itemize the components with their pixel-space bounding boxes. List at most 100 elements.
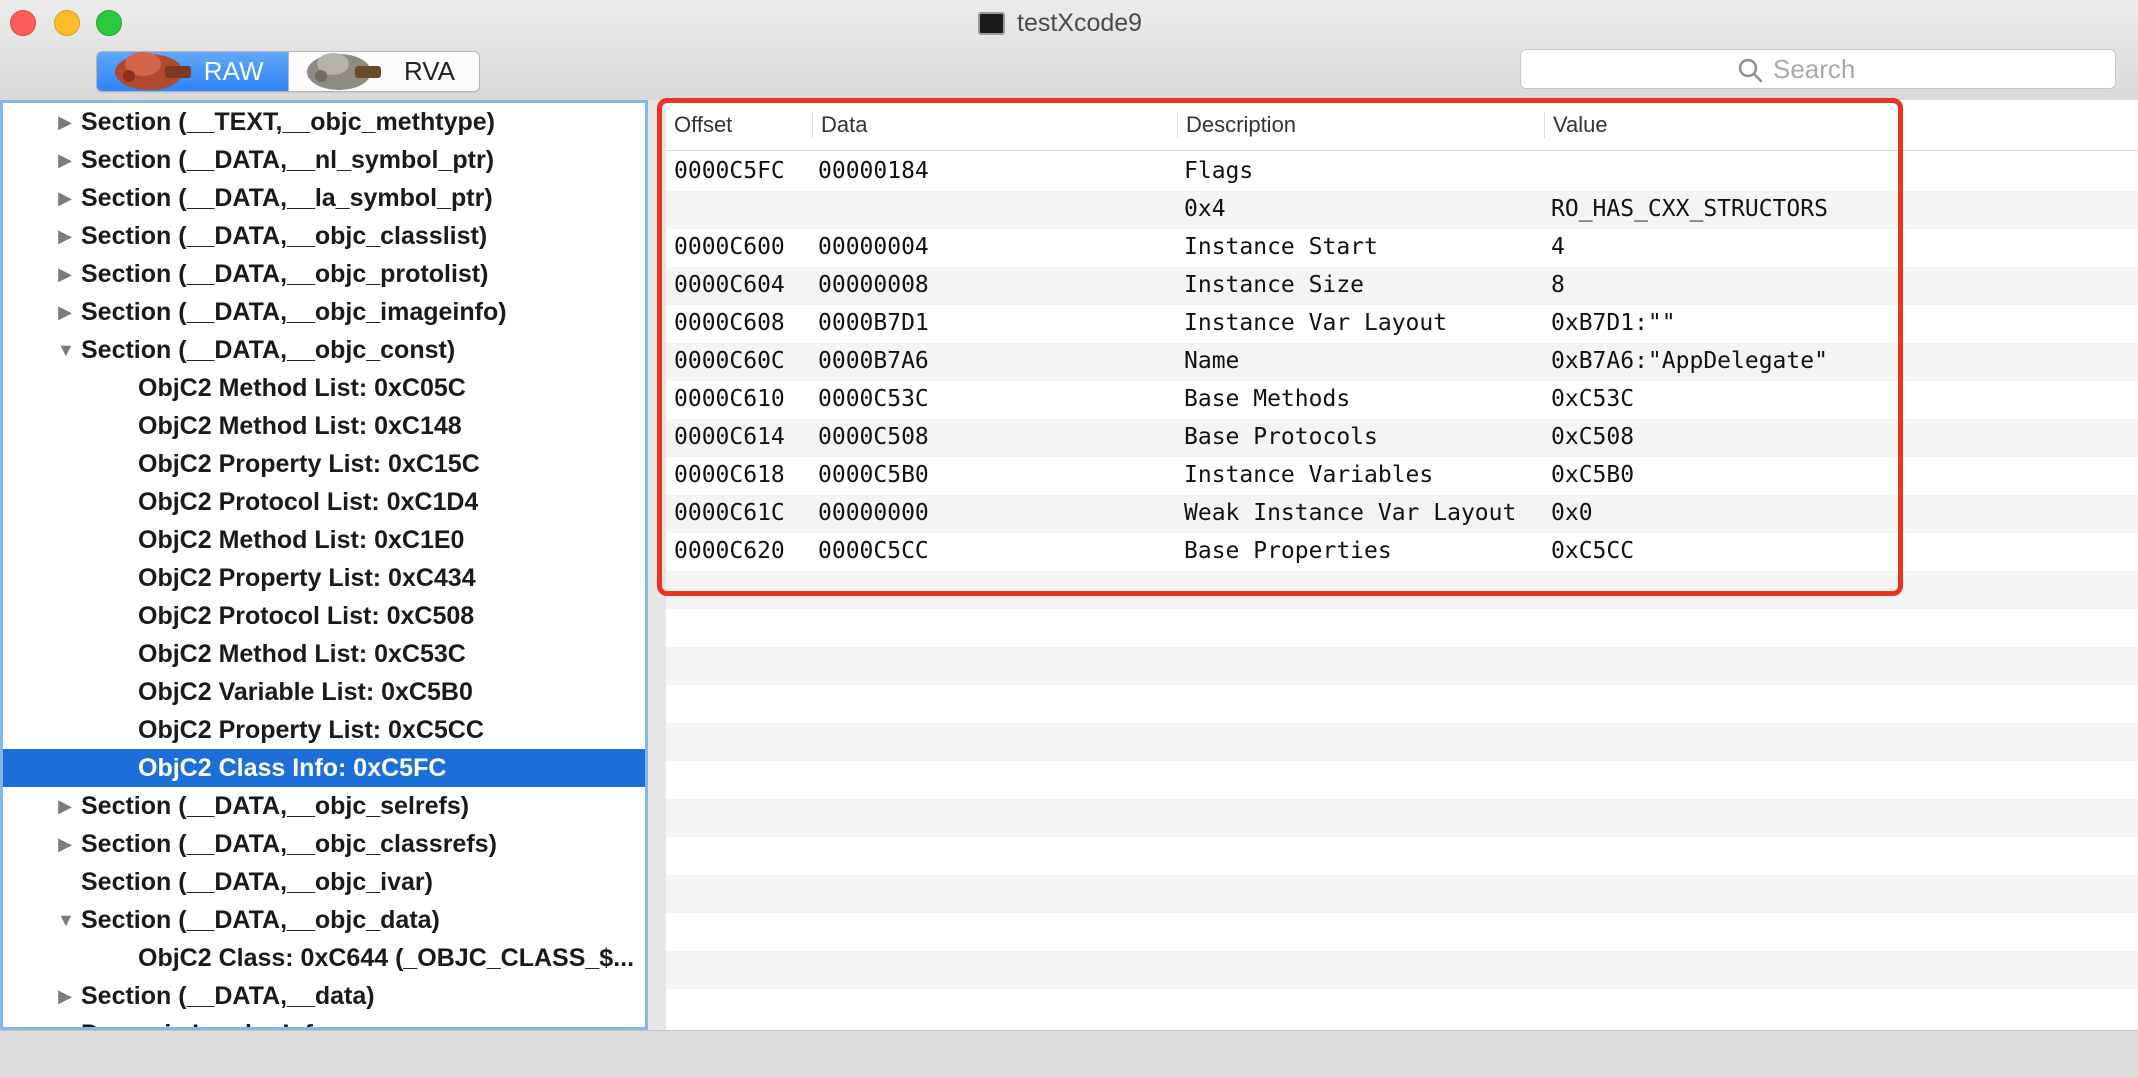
offset-cell: 0000C604 xyxy=(674,272,785,298)
tree-item[interactable]: ObjC2 Protocol List: 0xC508 xyxy=(3,597,645,635)
disclosure-collapsed-icon[interactable]: ▶ xyxy=(57,834,73,855)
window-title-text: testXcode9 xyxy=(1017,8,1143,37)
table-row[interactable]: 0000C5FC 00000184 Flags xyxy=(666,153,2138,191)
search-placeholder: Search xyxy=(1773,54,1856,84)
table-row[interactable]: 0000C610 0000C53C Base Methods 0xC53C xyxy=(666,381,2138,419)
disclosure-collapsed-icon[interactable]: ▶ xyxy=(57,112,73,133)
search-field[interactable]: Search xyxy=(1520,49,2116,89)
raw-mode-icon xyxy=(115,52,191,90)
zoom-window-button[interactable] xyxy=(96,10,122,36)
offset-cell: 0000C610 xyxy=(674,386,785,412)
table-row[interactable]: 0000C618 0000C5B0 Instance Variables 0xC5B0 xyxy=(666,457,2138,495)
rva-mode-button[interactable]: RVA xyxy=(288,52,479,91)
close-window-button[interactable] xyxy=(10,10,36,36)
tree-item[interactable]: ▶ Section (__DATA,__objc_protolist) xyxy=(3,255,645,293)
tree-item[interactable]: ▶Dynamic Loader Info xyxy=(3,1015,645,1028)
table-row[interactable]: 0000C614 0000C508 Base Protocols 0xC508 xyxy=(666,419,2138,457)
column-header-offset[interactable]: Offset xyxy=(666,112,732,138)
tree-item-label: Section (__DATA,__objc_ivar) xyxy=(81,867,433,896)
offset-cell: 0000C618 xyxy=(674,462,785,488)
tree-item[interactable]: ObjC2 Property List: 0xC15C xyxy=(3,445,645,483)
tree-item-label: ObjC2 Class: 0xC644 (_OBJC_CLASS_$... xyxy=(138,943,635,972)
offset-cell: 0000C5FC xyxy=(674,158,785,184)
description-cell: Name xyxy=(1184,348,1240,374)
value-cell: 0x0 xyxy=(1551,500,1593,526)
table-row[interactable]: 0000C60C 0000B7A6 Name 0xB7A6:"AppDelegate" xyxy=(666,343,2138,381)
value-cell: 0xC5B0 xyxy=(1551,462,1635,488)
tree-item-label: ObjC2 Property List: 0xC434 xyxy=(138,563,476,592)
tree-item[interactable]: ▶ Section (__DATA,__nl_symbol_ptr) xyxy=(3,141,645,179)
table-stripe xyxy=(666,761,2138,799)
tree-item[interactable]: ObjC2 Property List: 0xC5CC xyxy=(3,711,645,749)
disclosure-collapsed-icon[interactable]: ▶ xyxy=(57,986,73,1007)
tree-item[interactable]: ▶ Section (__DATA,__data) xyxy=(3,977,645,1015)
tree-item[interactable]: ObjC2 Variable List: 0xC5B0 xyxy=(3,673,645,711)
table-header: Offset Data Description Value xyxy=(666,100,2138,151)
disclosure-collapsed-icon[interactable]: ▶ xyxy=(57,264,73,285)
offset-cell: 0000C60C xyxy=(674,348,785,374)
data-cell: 00000000 xyxy=(818,500,929,526)
tree-item[interactable]: ▶ Section (__DATA,__objc_selrefs) xyxy=(3,787,645,825)
disclosure-collapsed-icon[interactable]: ▶ xyxy=(57,302,73,323)
value-cell: 8 xyxy=(1551,272,1565,298)
table-row[interactable]: 0000C608 0000B7D1 Instance Var Layout 0xB7D… xyxy=(666,305,2138,343)
tree-item[interactable]: ObjC2 Class Info: 0xC5FC xyxy=(3,749,645,787)
tree-item-label: ObjC2 Property List: 0xC15C xyxy=(138,449,480,478)
tree-item[interactable]: ▼ Section (__DATA,__objc_data) xyxy=(3,901,645,939)
tree-item[interactable]: ObjC2 Method List: 0xC53C xyxy=(3,635,645,673)
tree-item-label: Section (__DATA,__objc_selrefs) xyxy=(81,791,470,820)
table-stripe xyxy=(666,799,2138,837)
tree-item[interactable]: ▶ Section (__DATA,__objc_imageinfo) xyxy=(3,293,645,331)
tree-item[interactable]: Section (__DATA,__objc_ivar) xyxy=(3,863,645,901)
tree-item[interactable]: ObjC2 Method List: 0xC1E0 xyxy=(3,521,645,559)
tree-item[interactable]: ▶ Section (__DATA,__objc_classlist) xyxy=(3,217,645,255)
disclosure-expanded-icon[interactable]: ▼ xyxy=(57,340,75,361)
tree-item[interactable]: ▼ Section (__DATA,__objc_const) xyxy=(3,331,645,369)
table-row[interactable]: 0000C61C 00000000 Weak Instance Var Layout… xyxy=(666,495,2138,533)
table-row[interactable]: 0x4 RO_HAS_CXX_STRUCTORS xyxy=(666,191,2138,229)
tree-item-label: ObjC2 Property List: 0xC5CC xyxy=(138,715,484,744)
table-stripe xyxy=(666,989,2138,1027)
value-cell: RO_HAS_CXX_STRUCTORS xyxy=(1551,196,1828,222)
table-stripe xyxy=(666,951,2138,989)
tree-item-label: Section (__TEXT,__objc_methtype) xyxy=(81,107,496,136)
tree-item[interactable]: ObjC2 Property List: 0xC434 xyxy=(3,559,645,597)
tree-item[interactable]: ObjC2 Protocol List: 0xC1D4 xyxy=(3,483,645,521)
tree-item-label: Section (__DATA,__data) xyxy=(81,981,375,1010)
tree-item[interactable]: ObjC2 Method List: 0xC05C xyxy=(3,369,645,407)
data-cell: 0000B7D1 xyxy=(818,310,929,336)
table-stripe xyxy=(666,685,2138,723)
column-header-data[interactable]: Data xyxy=(812,112,867,138)
title-bar: testXcode9 RAW RVA Search xyxy=(0,0,2138,101)
tree-item[interactable]: ▶ Section (__DATA,__la_symbol_ptr) xyxy=(3,179,645,217)
table-row[interactable]: 0000C600 00000004 Instance Start 4 xyxy=(666,229,2138,267)
column-header-value[interactable]: Value xyxy=(1544,112,1608,138)
rva-mode-icon xyxy=(306,53,381,90)
table-row[interactable]: 0000C604 00000008 Instance Size 8 xyxy=(666,267,2138,305)
column-header-description[interactable]: Description xyxy=(1177,112,1296,138)
raw-mode-label: RAW xyxy=(203,56,264,86)
data-cell: 0000B7A6 xyxy=(818,348,929,374)
description-cell: Instance Start xyxy=(1184,234,1378,260)
disclosure-collapsed-icon[interactable]: ▶ xyxy=(57,796,73,817)
tree-item[interactable]: ▶ Section (__TEXT,__objc_methtype) xyxy=(3,103,645,141)
tree-item[interactable]: ObjC2 Method List: 0xC148 xyxy=(3,407,645,445)
table-stripe xyxy=(666,647,2138,685)
disclosure-collapsed-icon[interactable]: ▶ xyxy=(57,188,73,209)
split-view-divider[interactable] xyxy=(648,100,666,1030)
table-stripe xyxy=(666,875,2138,913)
tree-item[interactable]: ▶ Section (__DATA,__objc_classrefs) xyxy=(3,825,645,863)
raw-mode-button[interactable]: RAW xyxy=(97,52,289,91)
minimize-window-button[interactable] xyxy=(54,10,80,36)
tree-item[interactable]: ObjC2 Class: 0xC644 (_OBJC_CLASS_$... xyxy=(3,939,645,977)
tree-item-label: Section (__DATA,__objc_const) xyxy=(81,335,456,364)
disclosure-expanded-icon[interactable]: ▼ xyxy=(57,910,75,931)
data-cell: 0000C53C xyxy=(818,386,929,412)
disclosure-collapsed-icon[interactable]: ▶ xyxy=(57,226,73,247)
offset-cell: 0000C61C xyxy=(674,500,785,526)
value-cell: 0xC53C xyxy=(1551,386,1635,412)
offset-cell: 0000C600 xyxy=(674,234,785,260)
disclosure-collapsed-icon[interactable]: ▶ xyxy=(57,150,73,171)
table-row[interactable]: 0000C620 0000C5CC Base Properties 0xC5CC xyxy=(666,533,2138,571)
section-tree[interactable]: ▶ Section (__TEXT,__objc_methtype) ▶ Sectio… xyxy=(0,100,648,1030)
